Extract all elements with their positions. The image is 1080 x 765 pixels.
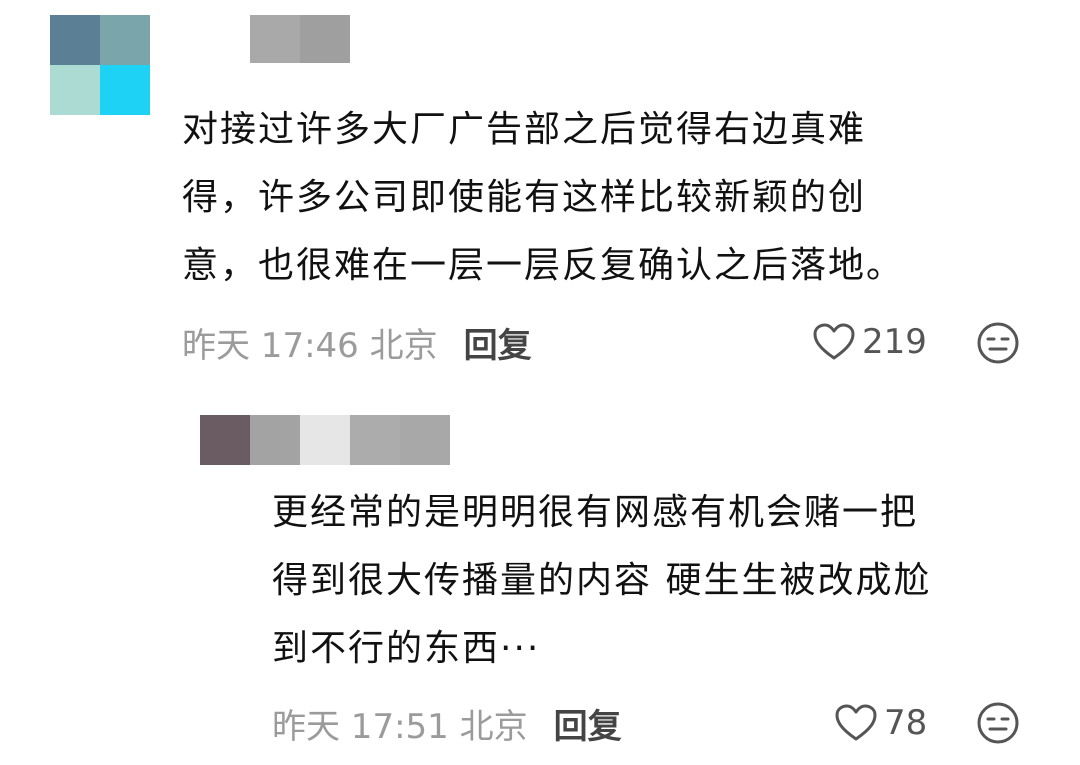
reply-button[interactable]: 回复 — [464, 318, 532, 367]
avatar-pixel — [50, 15, 100, 65]
comment-line: 得，许多公司即使能有这样比较新颖的创 — [182, 177, 867, 218]
comment-line: 意，也很难在一层一层反复确认之后落地。 — [182, 245, 905, 286]
avatar-pixel — [100, 65, 150, 115]
username-blurred[interactable] — [250, 15, 350, 63]
avatar[interactable] — [50, 15, 150, 115]
like-count: 78 — [884, 703, 928, 743]
username-pixel — [300, 415, 350, 465]
comment-line: 得到很大传播量的内容 硬生生被改成尬 — [272, 560, 932, 601]
comment-timestamp: 昨天 17:51 北京 — [272, 706, 528, 747]
avatar-pixel — [50, 65, 100, 115]
face-neutral-icon[interactable] — [976, 321, 1020, 365]
comment-line: 对接过许多大厂广告部之后觉得右边真难 — [182, 109, 867, 150]
username-pixel — [250, 15, 300, 63]
comment-line: 到不行的东西··· — [272, 628, 541, 669]
comment-meta: 昨天 17:46 北京 回复 — [182, 318, 532, 366]
comment-line: 更经常的是明明很有网感有机会赌一把 — [272, 492, 919, 533]
heart-outline-icon — [835, 704, 877, 741]
username-pixel — [250, 415, 300, 465]
username-pixel — [200, 415, 250, 465]
reply-button[interactable]: 回复 — [554, 699, 622, 748]
comment-meta: 昨天 17:51 北京 回复 — [272, 699, 622, 747]
username-blurred[interactable] — [200, 415, 450, 465]
username-pixel — [300, 15, 350, 63]
heart-outline-icon — [813, 323, 855, 360]
like-count: 219 — [862, 322, 927, 362]
like-button[interactable]: 78 — [834, 699, 927, 747]
avatar-pixel — [100, 15, 150, 65]
comment-timestamp: 昨天 17:46 北京 — [182, 325, 438, 366]
comment-text: 更经常的是明明很有网感有机会赌一把 得到很大传播量的内容 硬生生被改成尬 到不行… — [272, 479, 931, 683]
face-neutral-icon[interactable] — [976, 701, 1020, 745]
username-pixel — [400, 415, 450, 465]
comment-text: 对接过许多大厂广告部之后觉得右边真难 得，许多公司即使能有这样比较新颖的创 意，… — [182, 96, 904, 300]
like-button[interactable]: 219 — [812, 318, 927, 366]
username-pixel — [350, 415, 400, 465]
